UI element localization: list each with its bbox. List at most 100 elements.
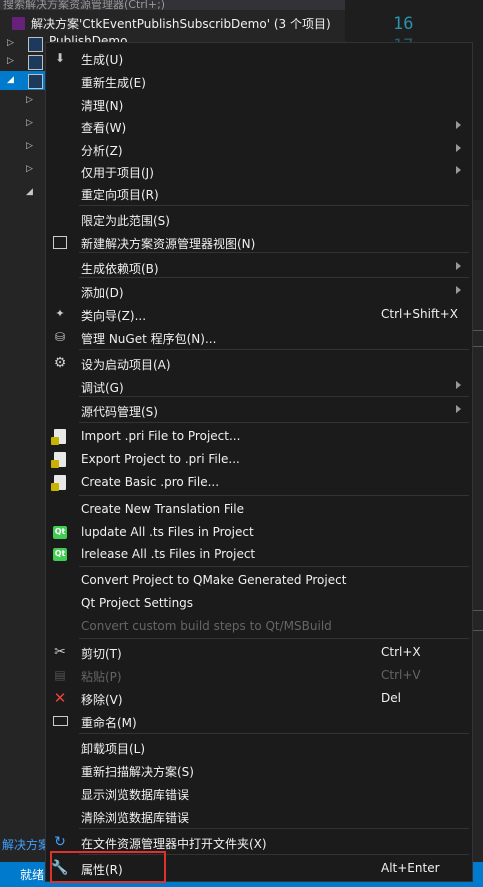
- menu-item[interactable]: 调试(G): [46, 375, 472, 398]
- menu-item-label: 移除(V): [81, 693, 123, 707]
- menu-separator: [79, 733, 469, 734]
- menu-item[interactable]: ⚙ 设为启动项目(A): [46, 352, 472, 375]
- class-wizard-icon: ✦: [55, 307, 65, 320]
- remove-icon: ✕: [53, 689, 67, 707]
- menu-item-label: 剪切(T): [81, 647, 122, 661]
- menu-item[interactable]: Qt lrelease All .ts Files in Project: [46, 543, 472, 566]
- menu-item[interactable]: ✕ 移除(V) Del: [46, 687, 472, 710]
- menu-item-label: 设为启动项目(A): [81, 358, 171, 372]
- menu-item-label: 新建解决方案资源管理器视图(N): [81, 237, 256, 251]
- menu-item[interactable]: Qt lupdate All .ts Files in Project: [46, 521, 472, 544]
- menu-item[interactable]: 新建解决方案资源管理器视图(N): [46, 231, 472, 254]
- menu-item[interactable]: 显示浏览数据库错误: [46, 782, 472, 805]
- menu-item[interactable]: 重定向项目(R): [46, 182, 472, 205]
- menu-separator: [79, 566, 469, 567]
- menu-item-label: lupdate All .ts Files in Project: [81, 525, 254, 539]
- menu-item[interactable]: 分析(Z): [46, 138, 472, 161]
- menu-item[interactable]: 仅用于项目(J): [46, 160, 472, 183]
- menu-item-label: 类向导(Z)...: [81, 309, 147, 323]
- menu-item-label: 显示浏览数据库错误: [81, 788, 190, 802]
- submenu-arrow-icon: [456, 144, 461, 152]
- expand-arrow-icon[interactable]: ▷: [26, 118, 33, 128]
- menu-item-label: 添加(D): [81, 286, 124, 300]
- menu-item[interactable]: ⛁ 管理 NuGet 程序包(N)...: [46, 326, 472, 349]
- menu-item[interactable]: 清理(N): [46, 93, 472, 116]
- divider: [472, 630, 483, 631]
- submenu-arrow-icon: [456, 166, 461, 174]
- menu-item[interactable]: Create New Translation File: [46, 498, 472, 521]
- menu-item[interactable]: Import .pri File to Project...: [46, 425, 472, 448]
- solution-icon: [12, 17, 25, 30]
- gear-icon: ⚙: [53, 355, 67, 371]
- expand-arrow-icon[interactable]: ▷: [7, 38, 14, 48]
- menu-item[interactable]: ✂ 剪切(T) Ctrl+X: [46, 641, 472, 664]
- menu-item-label: Qt Project Settings: [81, 596, 194, 610]
- scissors-icon: ✂: [54, 644, 66, 660]
- menu-item-shortcut: Alt+Enter: [381, 861, 440, 875]
- context-menu: ⬇ 生成(U) 重新生成(E) 清理(N) 查看(W) 分析(Z) 仅用于项目(J) 重定向项…: [45, 42, 473, 882]
- menu-item[interactable]: 重命名(M): [46, 710, 472, 733]
- menu-item[interactable]: Create Basic .pro File...: [46, 471, 472, 494]
- menu-item-label: 重命名(M): [81, 716, 137, 730]
- menu-item[interactable]: ⬇ 生成(U): [46, 47, 472, 70]
- menu-item[interactable]: 限定为此范围(S): [46, 208, 472, 231]
- menu-separator: [79, 205, 469, 206]
- menu-item[interactable]: 卸载项目(L): [46, 736, 472, 759]
- expand-arrow-icon[interactable]: ▷: [26, 164, 33, 174]
- menu-item-label: 重新扫描解决方案(S): [81, 765, 194, 779]
- open-folder-icon: ↻: [54, 834, 66, 850]
- submenu-arrow-icon: [456, 121, 461, 129]
- expand-arrow-icon[interactable]: ▷: [26, 95, 33, 105]
- menu-item-label: 重定向项目(R): [81, 188, 159, 202]
- menu-item: Convert custom build steps to Qt/MSBuild: [46, 615, 472, 638]
- menu-item-label: Create Basic .pro File...: [81, 475, 220, 489]
- pro-file-icon: [51, 474, 68, 491]
- project-icon: [28, 37, 43, 52]
- new-view-icon: [52, 234, 68, 250]
- solution-explorer-tab[interactable]: 解决方案: [2, 836, 50, 853]
- menu-item[interactable]: 生成依赖项(B): [46, 256, 472, 279]
- submenu-arrow-icon: [456, 381, 461, 389]
- line-number: 16: [393, 14, 414, 34]
- menu-item-label: 分析(Z): [81, 144, 123, 158]
- menu-item[interactable]: 查看(W): [46, 115, 472, 138]
- project-label: PublishDemo: [49, 34, 128, 42]
- menu-item-label: 调试(G): [81, 381, 124, 395]
- menu-item-label: Convert Project to QMake Generated Proje…: [81, 573, 347, 587]
- paste-icon: ▤: [54, 668, 66, 682]
- menu-item-shortcut: Ctrl+X: [381, 645, 421, 659]
- submenu-arrow-icon: [456, 262, 461, 270]
- menu-item[interactable]: 重新扫描解决方案(S): [46, 759, 472, 782]
- menu-item[interactable]: ✦ 类向导(Z)... Ctrl+Shift+X: [46, 303, 472, 326]
- search-input[interactable]: 搜索解决方案资源管理器(Ctrl+;): [0, 0, 348, 10]
- menu-item-label: 仅用于项目(J): [81, 166, 154, 180]
- menu-item[interactable]: 添加(D): [46, 280, 472, 303]
- menu-item-label: 限定为此范围(S): [81, 214, 170, 228]
- menu-item[interactable]: 重新生成(E): [46, 70, 472, 93]
- build-icon: ⬇: [54, 51, 66, 65]
- menu-item-shortcut: Ctrl+V: [381, 668, 421, 682]
- menu-item-label: Export Project to .pri File...: [81, 452, 240, 466]
- menu-item[interactable]: Qt Project Settings: [46, 592, 472, 615]
- menu-item-label: 管理 NuGet 程序包(N)...: [81, 332, 217, 346]
- menu-item-label: Create New Translation File: [81, 502, 244, 516]
- menu-item-label: Convert custom build steps to Qt/MSBuild: [81, 619, 332, 633]
- qt-icon: Qt: [52, 546, 68, 562]
- menu-item-shortcut: Ctrl+Shift+X: [381, 307, 458, 321]
- expand-arrow-icon[interactable]: ▷: [7, 56, 14, 66]
- project-icon: [28, 74, 43, 89]
- menu-item[interactable]: Convert Project to QMake Generated Proje…: [46, 569, 472, 592]
- menu-item-label: 粘贴(P): [81, 670, 122, 684]
- solution-label: 解决方案'CtkEventPublishSubscribDemo' (3 个项目…: [31, 17, 331, 31]
- collapse-arrow-icon[interactable]: ◢: [26, 187, 33, 197]
- expand-arrow-icon[interactable]: ▷: [26, 141, 33, 151]
- rename-icon: [52, 713, 68, 729]
- menu-item-shortcut: Del: [381, 691, 401, 705]
- divider: [472, 330, 483, 331]
- menu-item[interactable]: Export Project to .pri File...: [46, 448, 472, 471]
- menu-item[interactable]: 源代码管理(S): [46, 399, 472, 422]
- menu-item[interactable]: 清除浏览数据库错误: [46, 805, 472, 828]
- menu-item-label: 查看(W): [81, 121, 127, 135]
- collapse-arrow-icon[interactable]: ◢: [7, 75, 14, 85]
- menu-separator: [79, 495, 469, 496]
